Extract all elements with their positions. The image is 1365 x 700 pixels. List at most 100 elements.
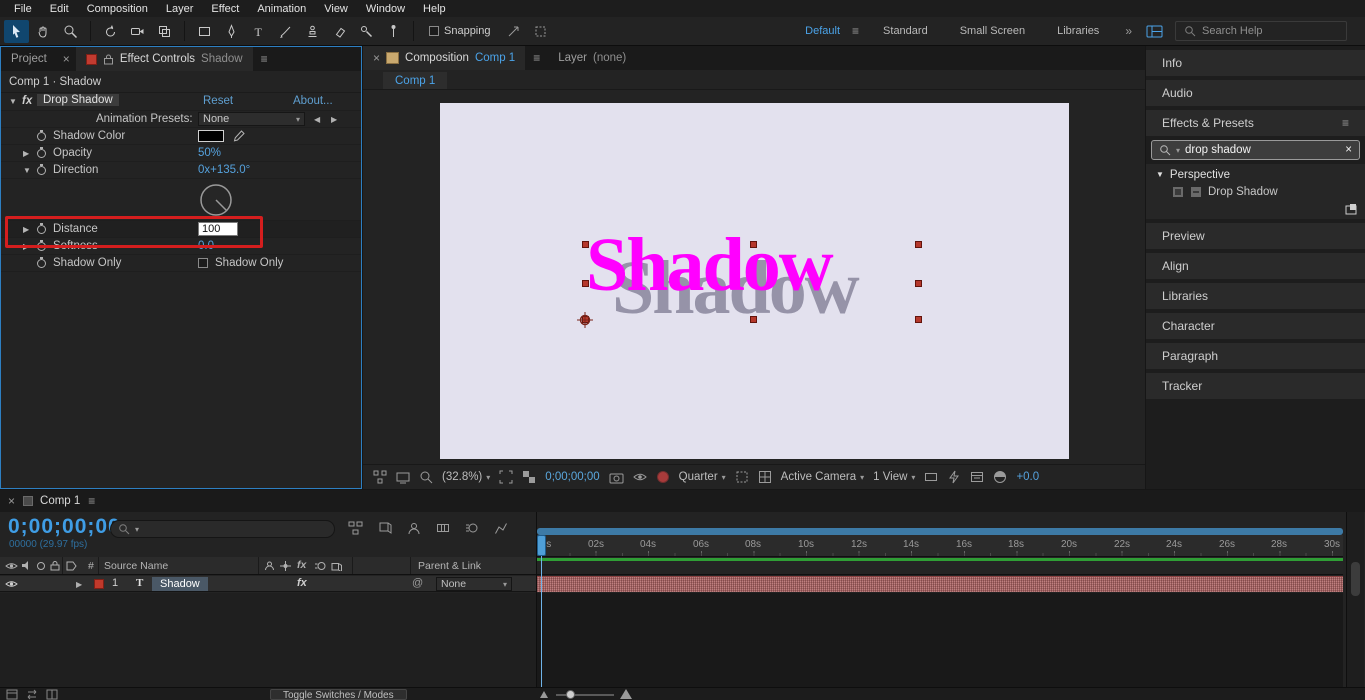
chevron-down-icon[interactable]: ▾ — [1176, 146, 1180, 155]
panel-align[interactable]: Align — [1146, 253, 1365, 279]
timeline-scrollbar[interactable] — [1346, 512, 1364, 687]
layer-name[interactable]: Shadow — [152, 577, 208, 591]
mini-flowchart-icon[interactable] — [373, 470, 387, 484]
panel-preview[interactable]: Preview — [1146, 223, 1365, 249]
audio-icon[interactable] — [21, 560, 32, 571]
chevron-down-icon[interactable]: ▼ — [9, 97, 17, 106]
current-time-indicator-head[interactable] — [537, 535, 546, 556]
workspace-menu-icon[interactable]: ≡ — [844, 24, 867, 38]
layer-expander-icon[interactable]: ▶ — [76, 580, 82, 589]
panel-info[interactable]: Info — [1146, 50, 1365, 76]
layer-duration-bar[interactable] — [537, 576, 1343, 592]
toggle-viewers-icon[interactable] — [396, 470, 410, 484]
opacity-value[interactable]: 50% — [198, 147, 221, 159]
zoom-tool[interactable] — [58, 20, 83, 43]
graph-editor-icon[interactable] — [494, 521, 508, 535]
tab-layer[interactable]: Layer (none) — [548, 46, 636, 70]
exposure-control[interactable]: +0.0 — [1016, 471, 1039, 483]
tab-effect-controls[interactable]: Effect Controls Shadow — [75, 47, 253, 71]
tab-composition[interactable]: × Composition Comp 1 — [363, 46, 526, 70]
selection-handle[interactable] — [915, 280, 922, 287]
direction-dial[interactable] — [198, 182, 234, 218]
viewer-timecode[interactable]: 0;00;00;00 — [545, 471, 599, 483]
shy-icon[interactable] — [264, 561, 275, 571]
parent-link-header[interactable]: Parent & Link — [418, 560, 481, 572]
rotation-tool[interactable] — [98, 20, 123, 43]
eyedropper-icon[interactable] — [232, 129, 246, 143]
expand-layers-icon[interactable] — [6, 689, 18, 700]
selection-handle[interactable] — [750, 316, 757, 323]
viewer-tab-comp1[interactable]: Comp 1 — [383, 72, 448, 89]
menu-layer[interactable]: Layer — [157, 3, 203, 15]
timeline-button-icon[interactable] — [970, 470, 984, 484]
hand-tool[interactable] — [31, 20, 56, 43]
close-icon[interactable]: × — [0, 494, 23, 508]
composition-canvas[interactable]: Shadow — [440, 103, 1069, 459]
selection-handle[interactable] — [915, 241, 922, 248]
workspace-default[interactable]: Default — [789, 25, 844, 37]
clone-stamp-tool[interactable] — [300, 20, 325, 43]
new-panel-grip-icon[interactable] — [1345, 203, 1357, 215]
selection-handle[interactable] — [915, 316, 922, 323]
timeline-search-field[interactable]: ▾ — [110, 520, 335, 538]
eye-icon[interactable] — [5, 579, 18, 589]
label-icon[interactable] — [66, 561, 77, 571]
stopwatch-icon[interactable] — [37, 164, 46, 175]
flowchart-button-icon[interactable] — [993, 470, 1007, 484]
menu-file[interactable]: File — [5, 3, 41, 15]
layer-fx-badge[interactable]: fx — [297, 577, 307, 589]
eraser-tool[interactable] — [327, 20, 352, 43]
reset-link[interactable]: Reset — [203, 95, 233, 107]
snap-box-icon[interactable] — [528, 20, 553, 43]
chevron-down-icon[interactable]: ▼ — [1156, 170, 1164, 179]
workspace-small-screen[interactable]: Small Screen — [944, 25, 1041, 37]
workspace-overflow-icon[interactable]: » — [1115, 24, 1142, 38]
camera-tool[interactable] — [125, 20, 150, 43]
chevron-right-icon[interactable]: ▶ — [23, 225, 29, 234]
frame-blending-icon[interactable] — [436, 521, 450, 535]
roto-brush-tool[interactable] — [354, 20, 379, 43]
transparency-grid-icon[interactable] — [522, 470, 536, 484]
roi-icon[interactable] — [499, 470, 513, 484]
effects-search-field[interactable]: ▾ drop shadow × — [1151, 140, 1360, 160]
scrollbar-thumb[interactable] — [1351, 562, 1360, 596]
menu-composition[interactable]: Composition — [78, 3, 157, 15]
timeline-zoom-track[interactable] — [556, 694, 614, 696]
workspace-switcher-icon[interactable] — [1142, 20, 1167, 43]
time-ruler[interactable]: 0s 02s 04s 06s 08s 10s 12s 14s 16s 18s 20s 22s… — [537, 535, 1343, 557]
brush-tool[interactable] — [273, 20, 298, 43]
tree-item-drop-shadow[interactable]: Drop Shadow — [1146, 183, 1365, 200]
tree-category-perspective[interactable]: ▼ Perspective — [1146, 166, 1365, 183]
toggle-switches-modes-button[interactable]: Toggle Switches / Modes — [270, 689, 407, 700]
hide-shy-icon[interactable] — [407, 521, 421, 535]
panel-character[interactable]: Character — [1146, 313, 1365, 339]
pan-behind-tool[interactable] — [152, 20, 177, 43]
selection-handle[interactable] — [582, 241, 589, 248]
effect-header-row[interactable]: ▼ fx Drop Shadow Reset About... — [1, 93, 361, 111]
collapse-icon[interactable] — [280, 561, 291, 571]
panel-effects-presets[interactable]: Effects & Presets ≡ — [1146, 110, 1365, 136]
view-layout-dropdown[interactable]: 1 View ▾ — [873, 471, 915, 483]
menu-edit[interactable]: Edit — [41, 3, 78, 15]
pick-whip-icon[interactable]: @ — [412, 577, 423, 589]
animation-presets-dropdown[interactable]: None ▾ — [198, 112, 305, 126]
stopwatch-icon[interactable] — [37, 223, 46, 234]
type-tool[interactable]: T — [246, 20, 271, 43]
shadow-only-checkbox[interactable] — [198, 258, 208, 268]
magnification-icon[interactable] — [419, 470, 433, 484]
stopwatch-icon[interactable] — [37, 147, 46, 158]
region-icon[interactable] — [735, 470, 749, 484]
snap-arrow-icon[interactable] — [501, 20, 526, 43]
close-icon[interactable]: × — [373, 51, 380, 65]
clear-search-icon[interactable]: × — [1345, 144, 1352, 156]
panel-libraries[interactable]: Libraries — [1146, 283, 1365, 309]
parent-dropdown[interactable]: None ▾ — [436, 577, 512, 591]
snapping-checkbox[interactable] — [429, 26, 439, 36]
shape-tool[interactable] — [192, 20, 217, 43]
panel-menu-icon[interactable]: ≡ — [253, 52, 276, 66]
zoom-dropdown[interactable]: (32.8%) ▾ — [442, 471, 490, 483]
grid-guides-icon[interactable] — [758, 470, 772, 484]
solo-icon[interactable] — [36, 561, 46, 571]
next-preset-icon[interactable]: ▶ — [331, 115, 337, 124]
selection-handle[interactable] — [750, 241, 757, 248]
